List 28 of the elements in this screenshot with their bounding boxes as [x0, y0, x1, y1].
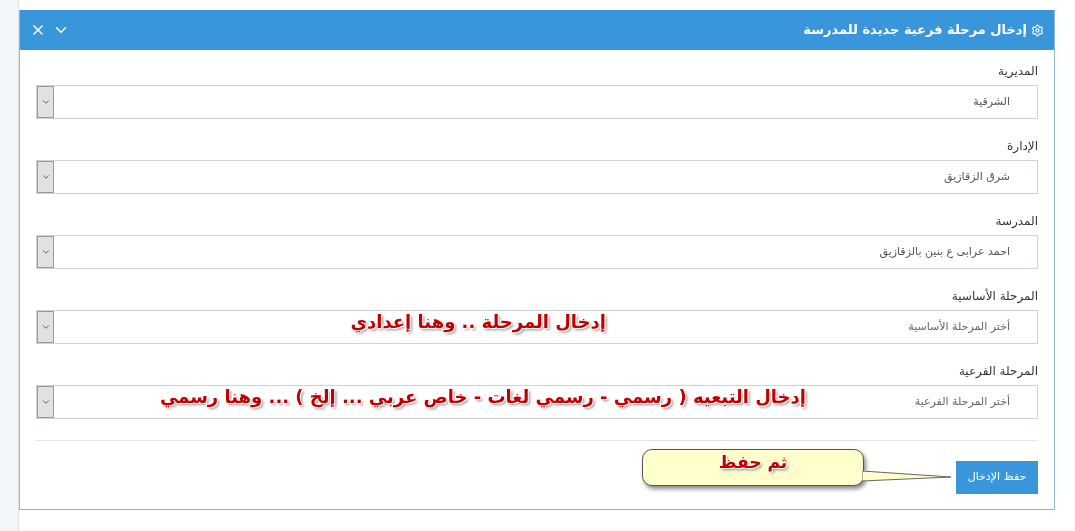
chevron-icon — [40, 322, 51, 332]
annotation-text: إدخال المرحلة .. وهنا إعدادي — [350, 310, 606, 335]
field-value: شرق الزقازيق — [944, 168, 1010, 185]
select-field[interactable]: شرق الزقازيق — [36, 160, 1038, 194]
field-placeholder: أختر المرحلة الفرعية — [914, 393, 1010, 410]
panel-title: إدخال مرحلة فرعية جديدة للمدرسة — [803, 21, 1027, 40]
field-placeholder: أختر المرحلة الأساسية — [908, 318, 1010, 335]
select-field[interactable]: الشرقية — [36, 85, 1038, 119]
field-label: المرحلة الفرعية — [958, 363, 1038, 379]
field-label: المديرية — [998, 63, 1038, 79]
dropdown-button[interactable] — [37, 386, 54, 418]
dropdown-button[interactable] — [37, 86, 54, 118]
dropdown-button[interactable] — [37, 236, 54, 268]
field-value: الشرقية — [973, 93, 1010, 110]
chevron-icon — [40, 97, 51, 107]
chevron-icon — [40, 397, 51, 407]
settings-icon — [1031, 23, 1044, 37]
chevron-icon — [40, 172, 51, 182]
chevron-icon — [40, 247, 51, 257]
field-value: احمد عرابى ع بنين بالزقازيق — [879, 243, 1010, 260]
field-label: المرحلة الأساسية — [951, 287, 1038, 304]
annotation-text: إدخال التبعيه ( رسمي - رسمي لغات - خاص عربي ... إلخ ) ... وهنا رسمي — [159, 385, 806, 410]
dropdown-button[interactable] — [37, 311, 54, 343]
callout-bubble: ثم حفظ — [642, 449, 864, 486]
dropdown-button[interactable] — [37, 161, 54, 193]
select-field[interactable]: احمد عرابى ع بنين بالزقازيق — [36, 235, 1038, 269]
field-label: المدرسة — [995, 213, 1038, 229]
field-label: الإدارة — [1007, 138, 1038, 154]
